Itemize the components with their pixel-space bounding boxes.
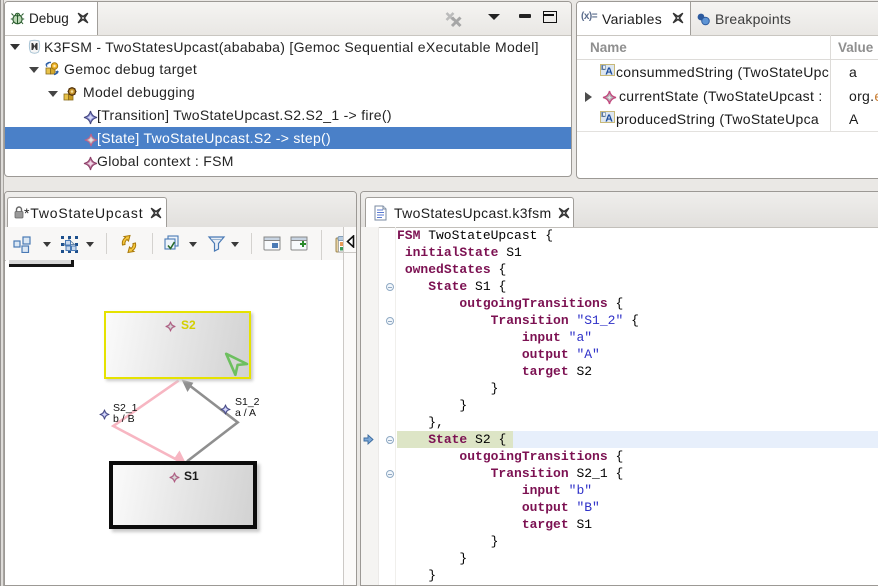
svg-text:A: A <box>605 113 613 124</box>
svg-text:A: A <box>605 66 613 77</box>
